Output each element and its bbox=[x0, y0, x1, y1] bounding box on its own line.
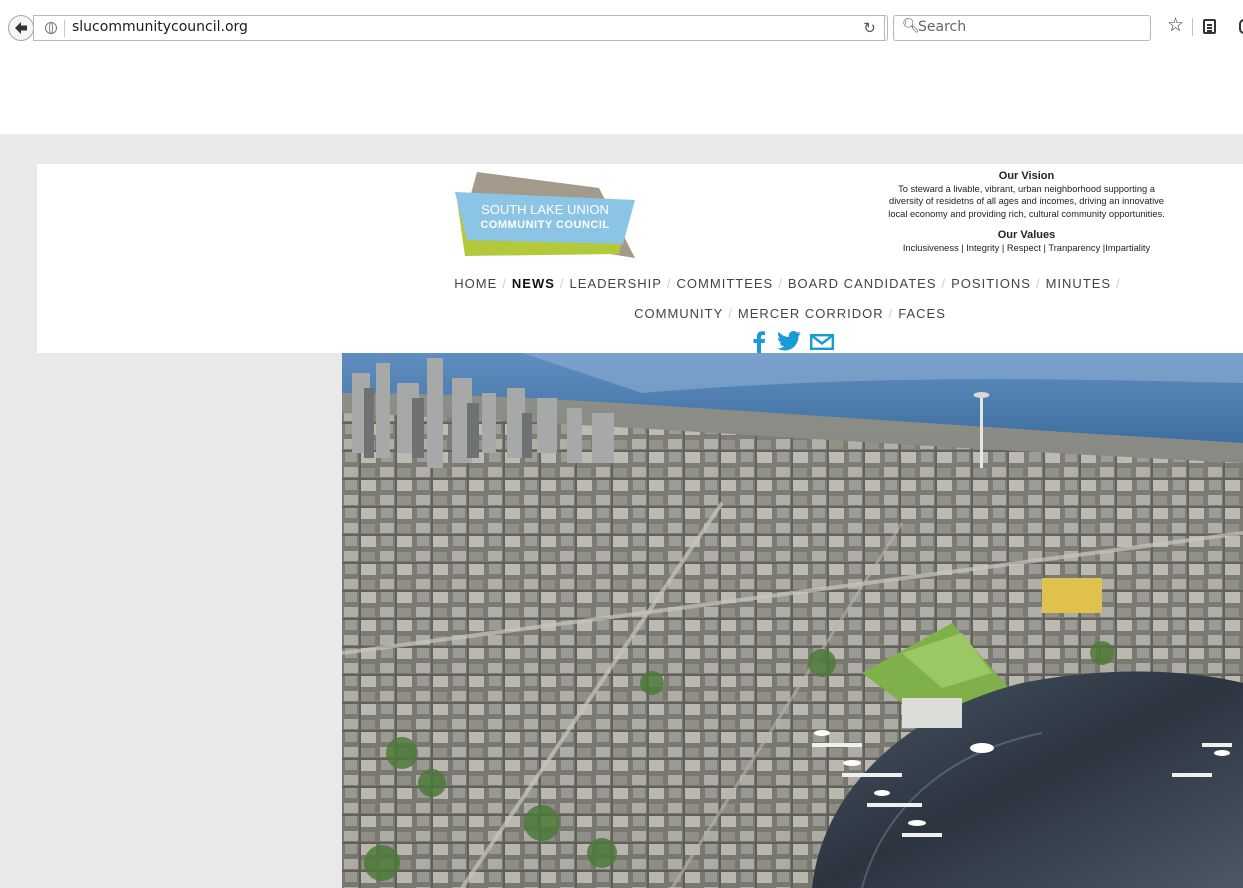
url-bar[interactable]: slucommunitycouncil.org bbox=[33, 15, 888, 41]
nav-committees[interactable]: COMMITTEES bbox=[677, 276, 774, 291]
vision-line: diversity of residetns of all ages and i… bbox=[889, 196, 1164, 207]
nav-separator: / bbox=[888, 306, 894, 321]
social-links bbox=[752, 331, 835, 355]
browser-toolbar: slucommunitycouncil.org ↻ 🔍︎ Search ☆ bbox=[0, 0, 1243, 52]
values-text: Inclusiveness | Integrity | Respect | Tr… bbox=[902, 242, 1151, 253]
site-logo[interactable]: SOUTH LAKE UNION COMMUNITY COUNCIL bbox=[449, 170, 639, 260]
nav-separator: / bbox=[1116, 276, 1121, 291]
url-divider bbox=[64, 20, 65, 37]
pocket-icon[interactable] bbox=[1239, 19, 1243, 34]
vision-block: Our Vision To steward a livable, vibrant… bbox=[810, 170, 1243, 254]
reload-icon: ↻ bbox=[863, 19, 876, 37]
logo-line2: COMMUNITY COUNCIL bbox=[480, 219, 609, 231]
nav-leadership[interactable]: LEADERSHIP bbox=[570, 276, 662, 291]
toolbar-divider bbox=[1192, 18, 1193, 36]
email-icon[interactable] bbox=[810, 334, 835, 354]
logo-line1: SOUTH LAKE UNION bbox=[481, 202, 609, 217]
nav-news[interactable]: NEWS bbox=[512, 276, 555, 291]
nav-separator: / bbox=[559, 276, 565, 291]
main-nav-row1: HOME / NEWS / LEADERSHIP / COMMITTEES / BOARD CA… bbox=[420, 276, 1160, 291]
vision-line: local economy and providing rich, cultur… bbox=[888, 208, 1165, 219]
url-text[interactable]: slucommunitycouncil.org bbox=[72, 19, 248, 35]
reading-list-icon[interactable] bbox=[1203, 19, 1216, 34]
search-input[interactable]: 🔍︎ Search bbox=[893, 15, 1151, 41]
nav-board-candidates[interactable]: BOARD CANDIDATES bbox=[788, 276, 937, 291]
nav-positions[interactable]: POSITIONS bbox=[951, 276, 1031, 291]
nav-separator: / bbox=[502, 276, 507, 291]
bookmark-star-icon[interactable]: ☆ bbox=[1167, 14, 1184, 36]
nav-faces[interactable]: FACES bbox=[898, 306, 946, 321]
vision-title: Our Vision bbox=[998, 170, 1055, 182]
globe-icon bbox=[45, 22, 57, 34]
nav-home[interactable]: HOME bbox=[454, 276, 497, 291]
nav-mercer-corridor[interactable]: MERCER CORRIDOR bbox=[738, 306, 884, 321]
reload-button[interactable]: ↻ bbox=[855, 15, 885, 41]
aerial-city-image bbox=[342, 353, 1243, 888]
nav-separator: / bbox=[778, 276, 783, 291]
back-button[interactable] bbox=[8, 15, 34, 41]
values-title: Our Values bbox=[997, 228, 1056, 241]
nav-minutes[interactable]: MINUTES bbox=[1046, 276, 1112, 291]
search-placeholder: Search bbox=[918, 19, 967, 35]
nav-separator: / bbox=[1035, 276, 1041, 291]
nav-separator: / bbox=[941, 276, 947, 291]
nav-separator: / bbox=[728, 306, 733, 321]
nav-separator: / bbox=[666, 276, 672, 291]
twitter-icon[interactable] bbox=[777, 331, 802, 355]
nav-community[interactable]: COMMUNITY bbox=[634, 306, 723, 321]
vision-line: To steward a livable, vibrant, urban nei… bbox=[898, 184, 1155, 194]
main-nav-row2: COMMUNITY / MERCER CORRIDOR / FACES bbox=[420, 306, 1160, 321]
back-arrow-icon bbox=[15, 22, 27, 34]
hero-aerial-photo bbox=[342, 353, 1243, 888]
